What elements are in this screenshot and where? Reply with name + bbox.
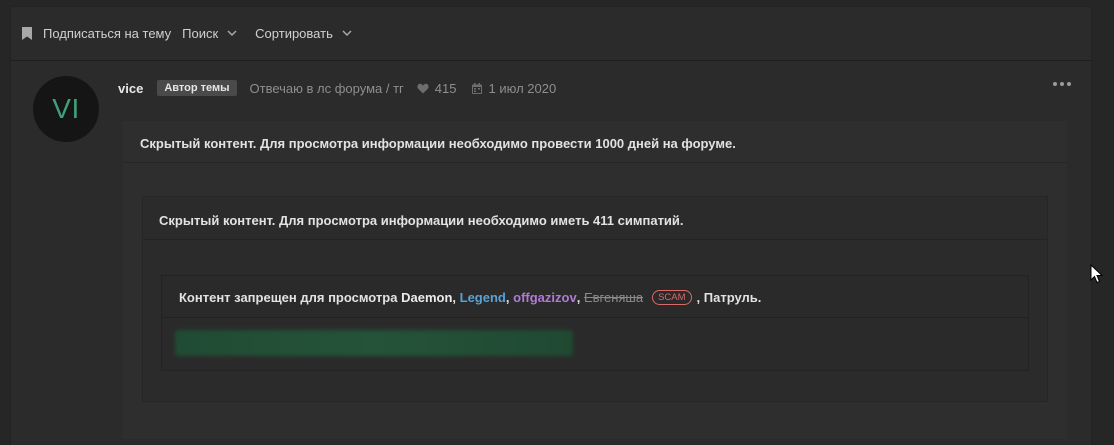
user-link-offgazizov[interactable]: offgazizov — [513, 290, 577, 305]
comma-separator: , — [452, 290, 457, 305]
chevron-down-icon — [227, 29, 237, 36]
bookmark-icon — [22, 26, 32, 40]
likes-count: 415 — [434, 80, 457, 96]
user-link-daemon[interactable]: Daemon — [401, 290, 452, 305]
hidden-days-separator — [123, 162, 1067, 163]
scam-badge: SCAM — [652, 290, 692, 305]
thread-toolbar: Подписаться на тему Поиск Сортировать — [22, 20, 370, 46]
post-header: vice Автор темы Отвечаю в лс форума / тг… — [118, 78, 556, 98]
author-badge: Автор темы — [157, 80, 237, 96]
restrict-prefix: Контент запрещен для просмотра — [179, 290, 398, 305]
sort-label: Сортировать — [255, 25, 333, 41]
mouse-pointer-icon — [1090, 264, 1104, 284]
blurred-content — [175, 330, 573, 356]
search-label: Поиск — [182, 25, 219, 41]
chevron-down-icon — [342, 29, 352, 36]
avatar-initials: VI — [52, 93, 80, 124]
post-date: 1 июл 2020 — [488, 80, 557, 96]
user-link-legend[interactable]: Legend — [460, 290, 506, 305]
hidden-likes-message: Скрытый контент. Для просмотра информаци… — [159, 213, 684, 228]
heart-icon — [417, 83, 429, 93]
restrict-suffix: , Патруль. — [696, 290, 762, 305]
subscribe-button[interactable]: Подписаться на тему — [22, 26, 171, 41]
sort-dropdown[interactable]: Сортировать — [255, 26, 352, 41]
subscribe-label: Подписаться на тему — [43, 25, 172, 41]
avatar[interactable]: VI — [33, 76, 99, 142]
user-link-evgeniasha[interactable]: Евгеняша — [584, 290, 643, 305]
hidden-days-message: Скрытый контент. Для просмотра информаци… — [140, 136, 736, 151]
comma-separator: , — [505, 290, 510, 305]
comma-separator: , — [576, 290, 581, 305]
more-options-icon[interactable] — [1052, 80, 1072, 88]
restricted-separator — [162, 317, 1028, 318]
user-status: Отвечаю в лс форума / тг — [249, 80, 404, 96]
post-username[interactable]: vice — [118, 81, 143, 96]
toolbar-divider — [10, 60, 1092, 61]
search-dropdown[interactable]: Поиск — [182, 26, 237, 41]
hidden-likes-separator — [143, 239, 1047, 240]
restricted-message: Контент запрещен для просмотра Daemon, L… — [179, 290, 761, 305]
forum-thread-page: Подписаться на тему Поиск Сортировать VI… — [0, 0, 1114, 445]
calendar-icon — [471, 82, 482, 94]
restricted-content: Контент запрещен для просмотра Daemon, L… — [161, 275, 1029, 371]
